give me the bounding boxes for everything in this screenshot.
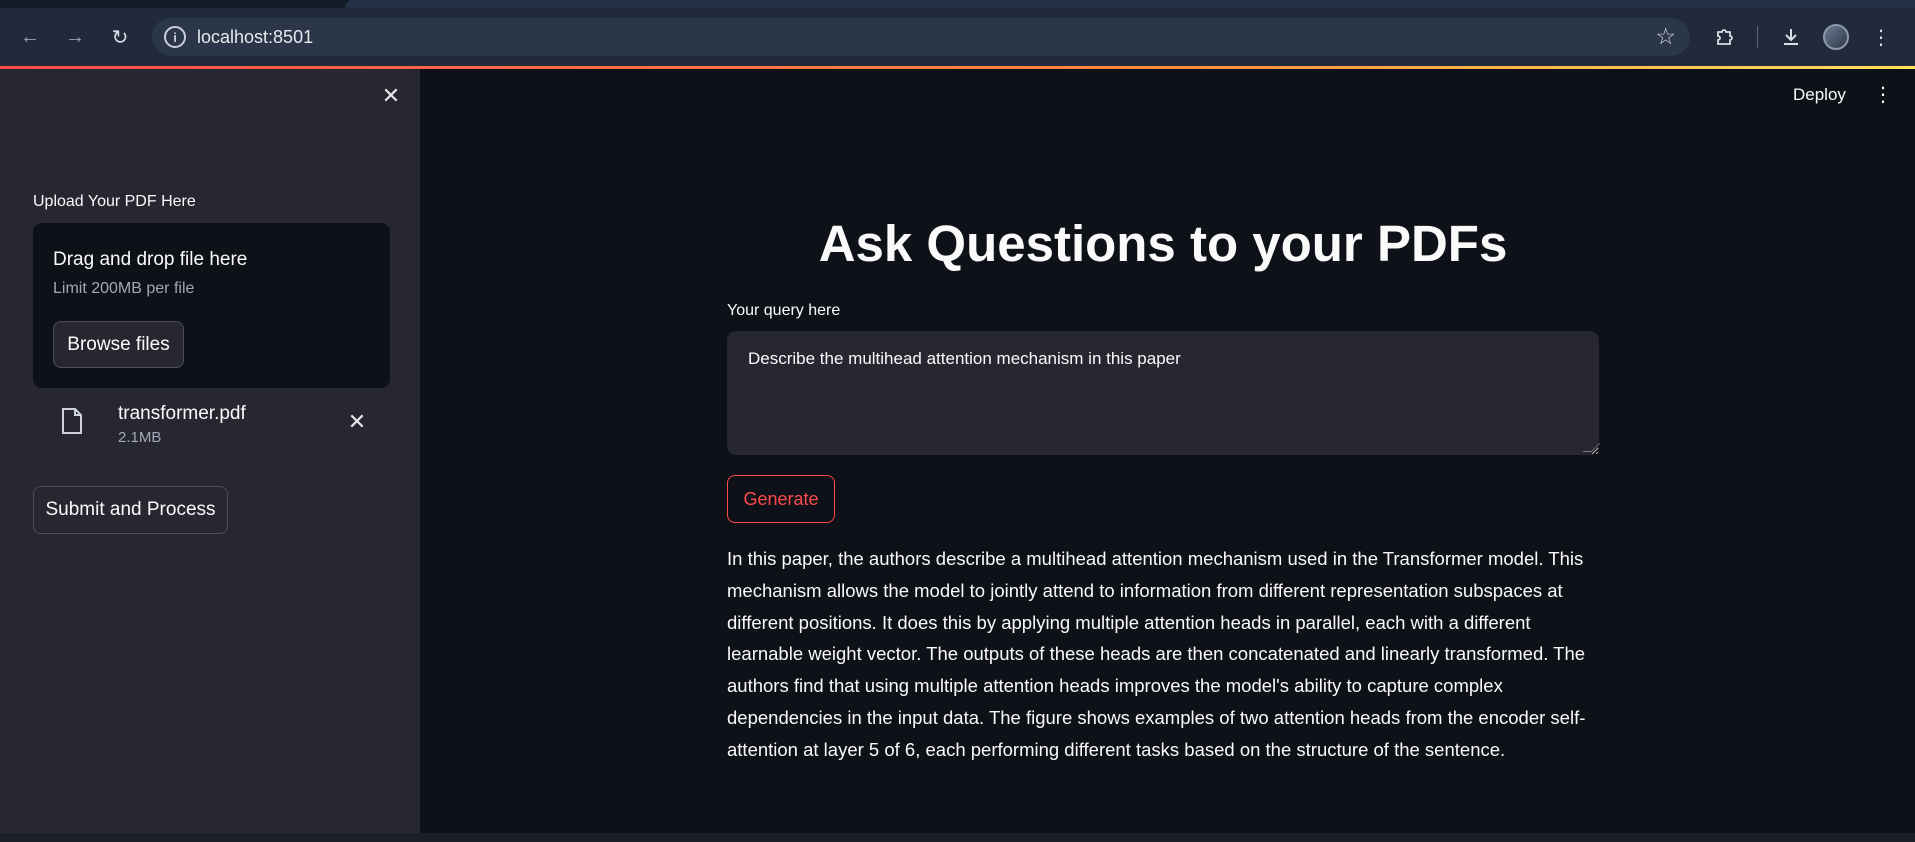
page-title: Ask Questions to your PDFs	[818, 215, 1508, 272]
answer-line: learnable weight vector. The outputs of …	[727, 643, 1586, 665]
sidebar: ✕ Upload Your PDF Here Drag and drop fil…	[0, 69, 420, 833]
file-icon	[61, 407, 83, 435]
toolbar-separator	[1757, 26, 1758, 48]
tab-strip	[0, 0, 1915, 8]
back-arrow-icon[interactable]: ←	[15, 22, 45, 52]
sidebar-close-icon[interactable]: ✕	[378, 83, 404, 109]
reload-icon[interactable]: ↻	[105, 22, 135, 52]
answer-line: different positions. It does this by app…	[727, 611, 1531, 633]
deploy-button[interactable]: Deploy	[1793, 85, 1846, 105]
generate-button[interactable]: Generate	[727, 475, 835, 523]
profile-avatar[interactable]	[1823, 24, 1849, 50]
uploaded-file-item: transformer.pdf 2.1MB ✕	[33, 399, 390, 455]
address-bar[interactable]: i localhost:8501 ☆	[152, 18, 1690, 56]
upload-label: Upload Your PDF Here	[33, 193, 196, 210]
extensions-puzzle-icon[interactable]	[1710, 22, 1740, 52]
address-url: localhost:8501	[197, 27, 314, 47]
bottom-edge	[0, 833, 1915, 842]
answer-line: In this paper, the authors describe a mu…	[727, 548, 1584, 569]
site-info-icon[interactable]: i	[164, 26, 186, 48]
answer-line: attention at layer 5 of 6, each performi…	[727, 738, 1506, 760]
submit-and-process-button[interactable]: Submit and Process	[33, 486, 228, 534]
main-content: Deploy ⋮ Ask Questions to your PDFs Your…	[420, 69, 1915, 833]
uploaded-file-name: transformer.pdf	[118, 403, 246, 424]
browse-files-button[interactable]: Browse files	[53, 321, 184, 368]
file-dropzone[interactable]: Drag and drop file here Limit 200MB per …	[33, 223, 390, 388]
answer-line: dependencies in the input data. The figu…	[727, 706, 1586, 728]
answer-text: In this paper, the authors describe a mu…	[727, 543, 1599, 766]
bookmark-star-icon[interactable]: ☆	[1655, 23, 1676, 50]
download-icon[interactable]	[1776, 22, 1806, 52]
app-menu-kebab-icon[interactable]: ⋮	[1873, 81, 1893, 107]
forward-arrow-icon[interactable]: →	[60, 22, 90, 52]
uploaded-file-size: 2.1MB	[118, 429, 162, 446]
answer-line: mechanism allows the model to jointly at…	[727, 579, 1563, 601]
query-input[interactable]: Describe the multihead attention mechani…	[727, 331, 1599, 455]
dropzone-limit: Limit 200MB per file	[53, 280, 195, 297]
query-label: Your query here	[727, 302, 841, 319]
browser-menu-kebab-icon[interactable]: ⋮	[1866, 22, 1896, 52]
browser-toolbar: ← → ↻ i localhost:8501 ☆ ⋮	[0, 0, 1915, 68]
remove-file-icon[interactable]: ✕	[344, 409, 370, 435]
answer-line: authors find that using multiple attenti…	[727, 675, 1503, 697]
active-tab-edge	[345, 0, 1915, 8]
dropzone-title: Drag and drop file here	[53, 249, 248, 270]
